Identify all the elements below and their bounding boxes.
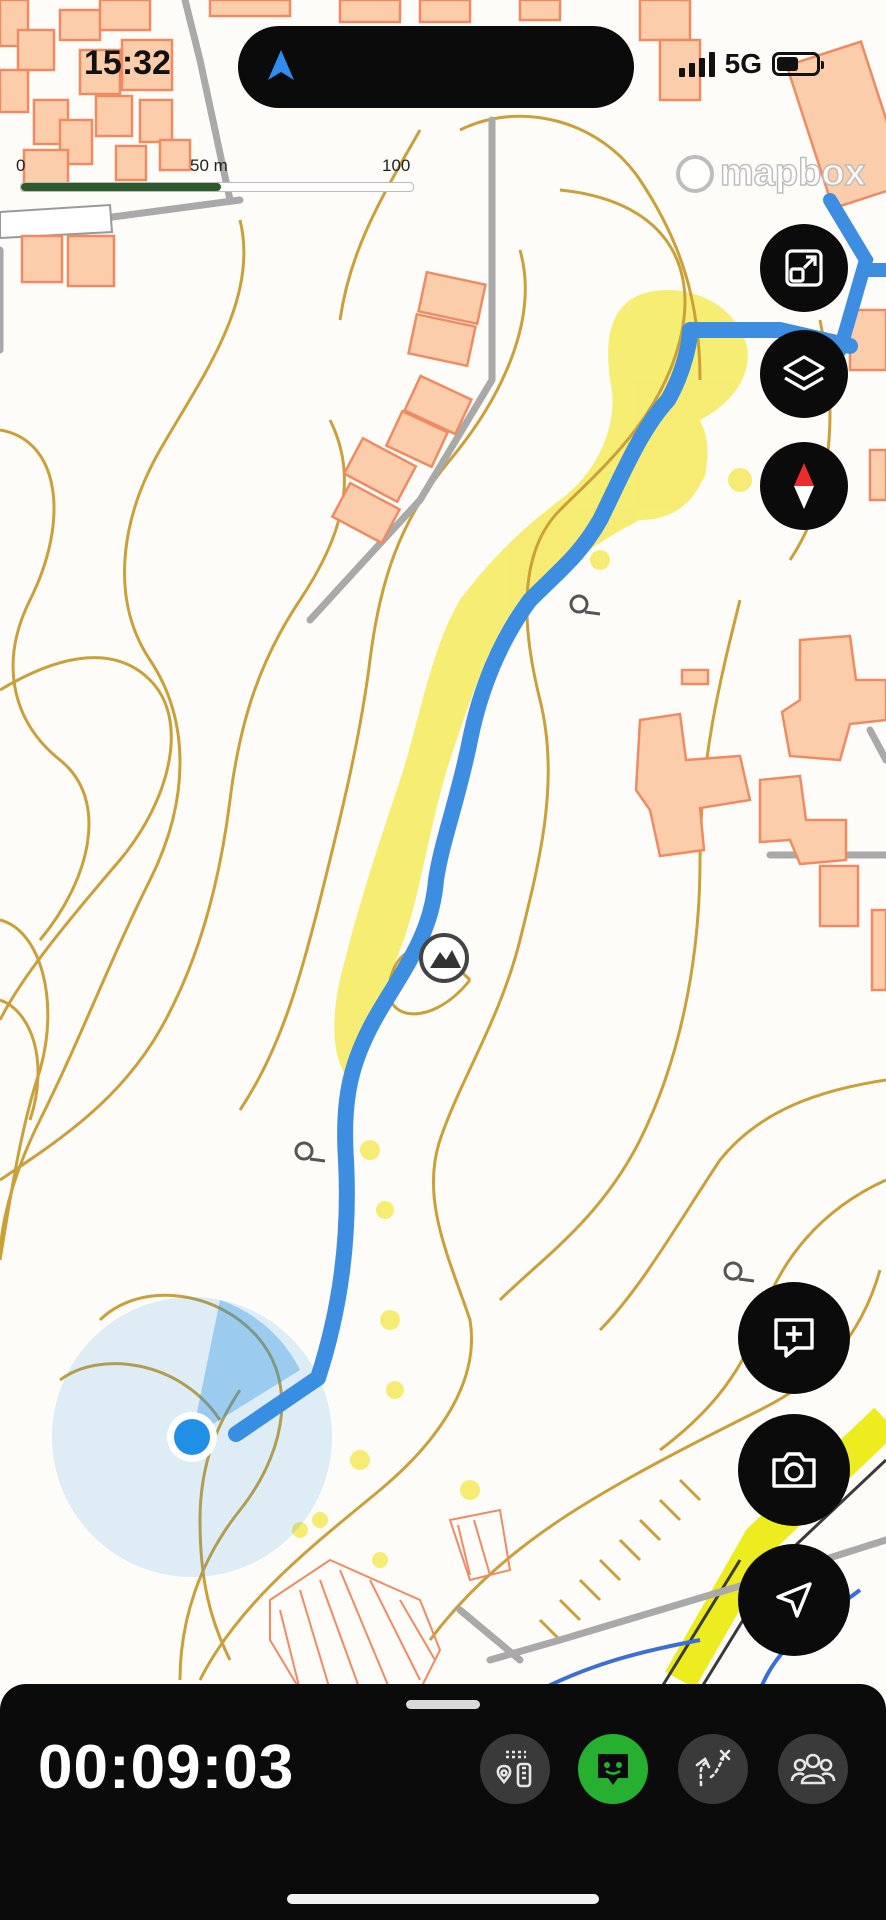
group-icon [790, 1753, 836, 1785]
compass-button[interactable] [760, 442, 848, 530]
navigate-button[interactable] [738, 1544, 850, 1656]
scale-bar [20, 182, 414, 192]
sheet-handle[interactable] [406, 1700, 480, 1709]
fit-route-button[interactable] [760, 224, 848, 312]
scale-mid: 50 m [190, 156, 228, 175]
route-button[interactable] [678, 1734, 748, 1804]
waypoints-icon [496, 1750, 532, 1788]
status-indicators: 5G [678, 48, 824, 80]
recording-bar: 00:09:03 [0, 1684, 886, 1920]
beacon-icon [598, 1754, 628, 1785]
add-note-icon [774, 1318, 814, 1358]
add-note-button[interactable] [738, 1282, 850, 1394]
network-type: 5G [724, 48, 762, 79]
elapsed-time: 00:09:03 [38, 1733, 295, 1802]
navigate-icon [776, 1582, 812, 1618]
battery-icon [772, 52, 824, 76]
home-indicator[interactable] [287, 1894, 599, 1904]
dynamic-island [238, 26, 634, 108]
signal-icon [678, 51, 715, 77]
layers-icon [783, 355, 825, 391]
mapbox-logo-icon [676, 154, 714, 193]
summit-marker[interactable] [419, 933, 469, 983]
map-scale: 0 50 m 100 m [16, 156, 414, 195]
status-time: 15:32 [84, 44, 171, 82]
group-button[interactable] [778, 1734, 848, 1804]
navigation-arrow-icon [268, 50, 294, 80]
fit-route-icon [785, 249, 823, 287]
camera-button[interactable] [738, 1414, 850, 1526]
layers-button[interactable] [760, 330, 848, 418]
route-icon [695, 1749, 731, 1787]
map-attribution[interactable]: mapbox [676, 151, 866, 195]
camera-icon [772, 1452, 816, 1488]
current-location [52, 1297, 332, 1577]
waypoints-button[interactable] [480, 1734, 550, 1804]
attribution-text: mapbox [719, 151, 866, 195]
scale-zero: 0 [16, 156, 26, 175]
compass-icon [794, 463, 814, 509]
beacon-button[interactable] [578, 1734, 648, 1804]
